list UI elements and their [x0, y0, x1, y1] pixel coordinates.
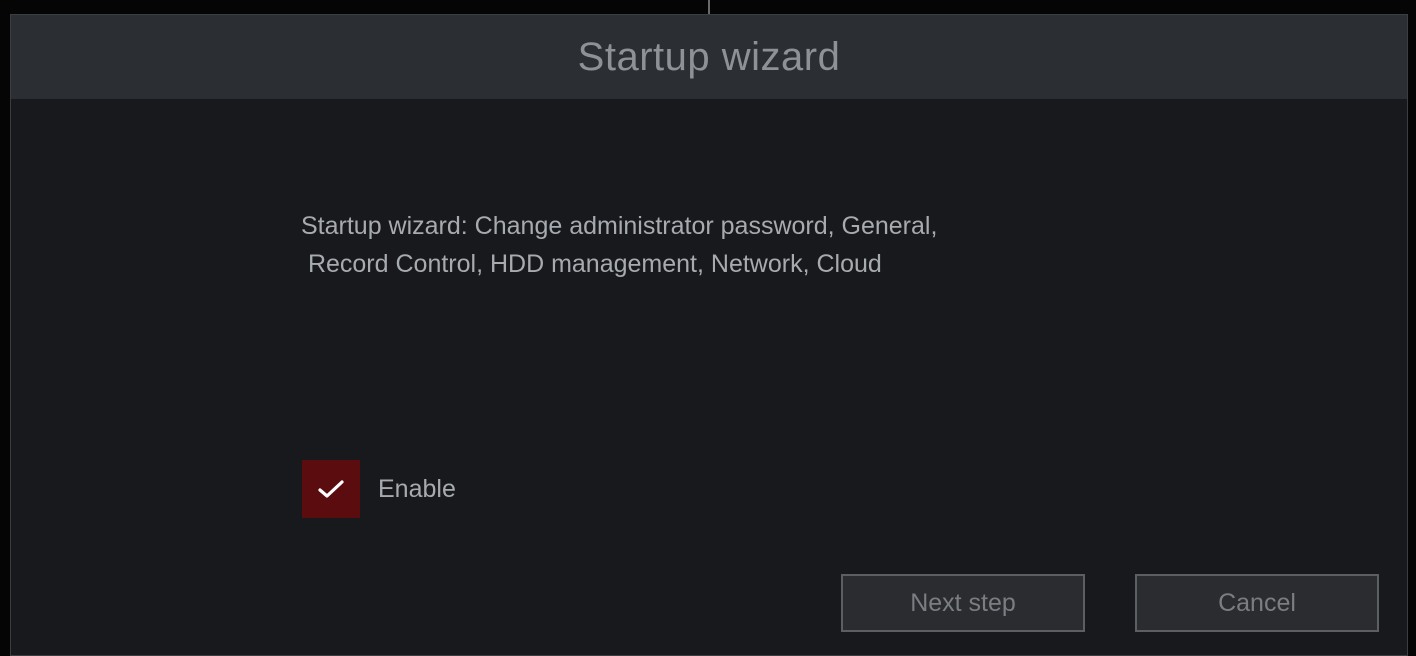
enable-checkbox[interactable]	[302, 460, 360, 518]
wizard-description: Startup wizard: Change administrator pas…	[301, 207, 1101, 283]
dialog-title: Startup wizard	[577, 34, 841, 79]
screen: Startup wizard Startup wizard: Change ad…	[0, 0, 1416, 656]
description-line: Record Control, HDD management, Network,…	[301, 250, 882, 278]
next-step-button[interactable]: Next step	[841, 574, 1085, 632]
top-divider	[708, 0, 710, 14]
startup-wizard-dialog: Startup wizard Startup wizard: Change ad…	[10, 14, 1408, 656]
enable-label[interactable]: Enable	[378, 475, 456, 504]
enable-option[interactable]: Enable	[302, 460, 456, 518]
dialog-title-bar: Startup wizard	[11, 15, 1407, 99]
description-line: Startup wizard: Change administrator pas…	[301, 212, 938, 240]
cancel-button[interactable]: Cancel	[1135, 574, 1379, 632]
checkmark-icon	[318, 480, 344, 498]
